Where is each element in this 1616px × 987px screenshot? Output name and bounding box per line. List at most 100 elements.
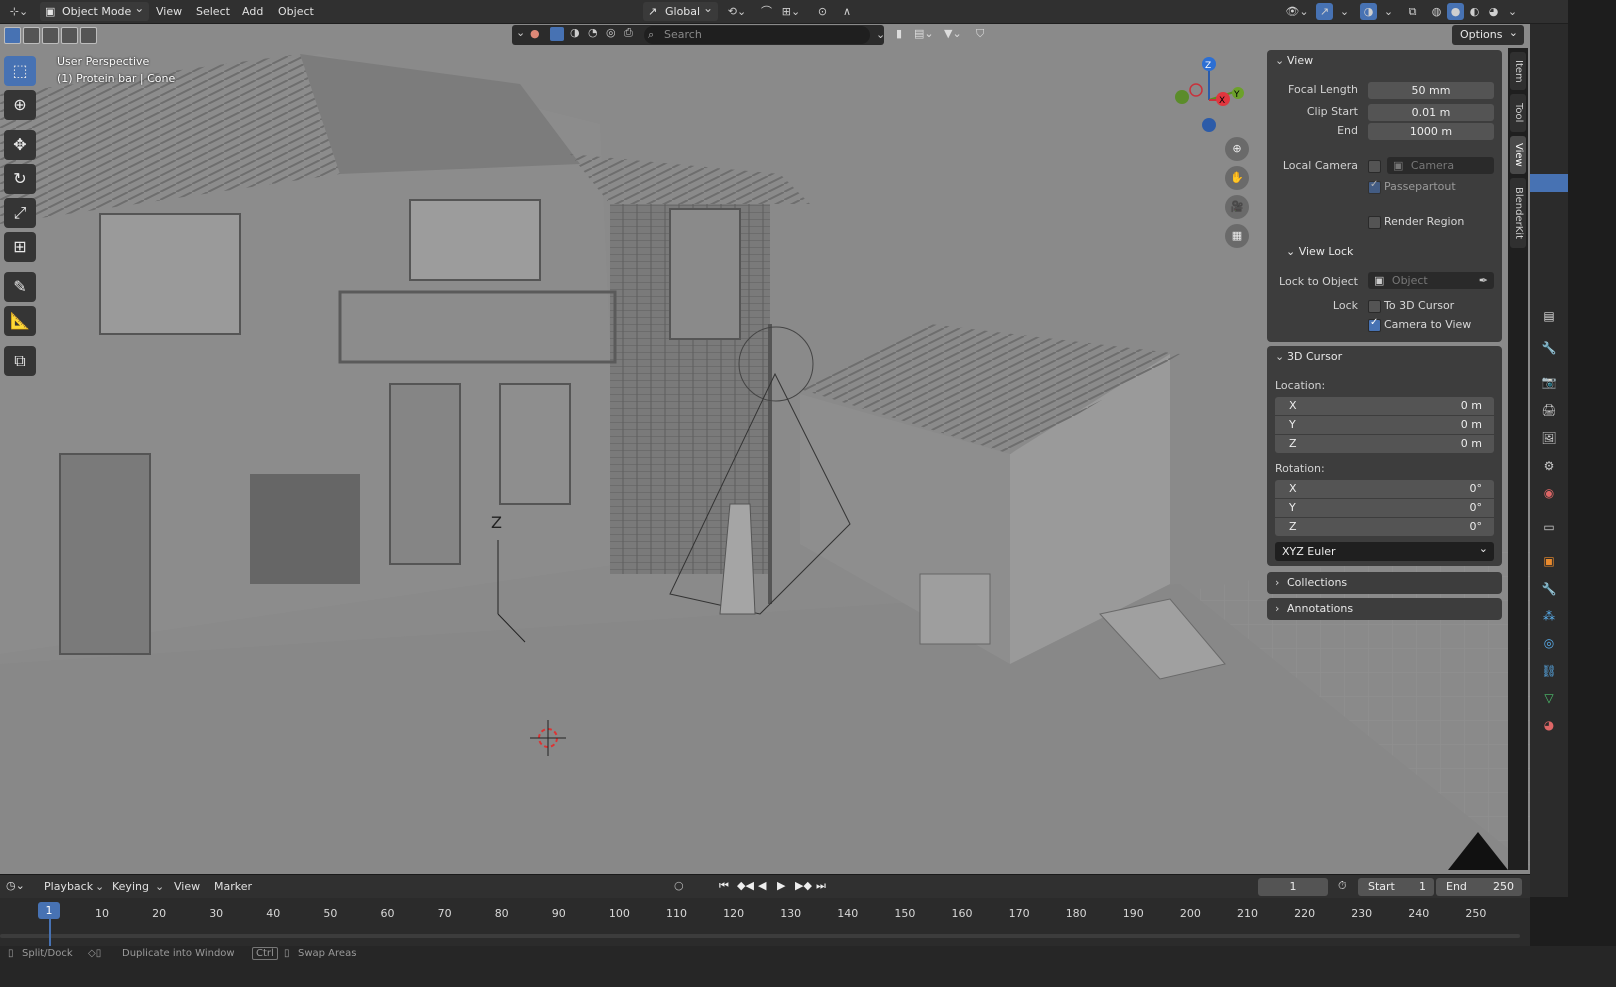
material-properties-icon[interactable]: ◕ (1540, 716, 1558, 734)
solid-mode-icon[interactable] (550, 27, 564, 41)
gizmo-dropdown-icon[interactable]: ⌄ (1336, 3, 1353, 20)
transform-orientation-dropdown[interactable]: ↗ Global (643, 0, 719, 21)
clip-end-field[interactable]: 1000 m (1368, 123, 1494, 140)
play-icon[interactable]: ▶ (777, 879, 785, 892)
render-region-checkbox[interactable] (1368, 216, 1381, 229)
shading-a-icon[interactable]: ◑ (570, 26, 580, 39)
falloff-icon[interactable]: ∧ (834, 3, 860, 20)
xray-icon[interactable]: ⧉ (1404, 3, 1421, 20)
prev-keyframe-icon[interactable]: ◆◀ (737, 879, 754, 892)
annotations-panel[interactable]: › Annotations (1267, 598, 1502, 620)
select-subtract-icon[interactable] (42, 27, 59, 44)
world-icon[interactable]: ◎ (606, 26, 616, 39)
tab-view[interactable]: View (1510, 136, 1526, 174)
timeline-menu-view[interactable]: View (170, 878, 204, 895)
search-input[interactable]: ⌕ Search (644, 26, 870, 44)
camera-view-icon[interactable]: 🎥 (1225, 195, 1249, 219)
to-3d-cursor-checkbox[interactable] (1368, 300, 1381, 313)
timeline-menu-keying[interactable]: Keying (108, 878, 153, 895)
properties-type-icon[interactable]: ▤ (1540, 307, 1558, 325)
collections-header[interactable]: › Collections (1275, 573, 1347, 593)
annotations-header[interactable]: › Annotations (1275, 599, 1353, 619)
camera-field[interactable]: ▣ Camera (1387, 157, 1494, 174)
chevron-down-icon[interactable]: ⌄ (516, 26, 525, 39)
output-properties-icon[interactable]: 🖨 (1540, 401, 1558, 419)
proportional-edit-icon[interactable]: ⊙ (814, 3, 831, 20)
select-box-tool-icon[interactable]: ⬚ (4, 56, 36, 86)
view-layer-icon[interactable]: 🖼 (1540, 429, 1558, 447)
select-intersect-icon[interactable] (80, 27, 97, 44)
timeline-area[interactable] (0, 898, 1530, 946)
particles-icon[interactable]: ⁂ (1540, 607, 1558, 625)
physics-icon[interactable]: ◎ (1540, 634, 1558, 652)
shield-icon[interactable]: ⛉ (976, 27, 984, 41)
select-new-icon[interactable] (4, 27, 21, 44)
overlays-dropdown-icon[interactable]: ⌄ (1380, 3, 1397, 20)
shading-dropdown-icon[interactable]: ⌄ (1504, 3, 1521, 20)
visibility-icon[interactable]: 👁⌄ (1284, 3, 1310, 20)
zoom-icon[interactable]: ⊕ (1225, 137, 1249, 161)
ortho-grid-icon[interactable]: ▦ (1225, 224, 1249, 248)
tab-tool[interactable]: Tool (1510, 94, 1526, 132)
camera-to-view-checkbox[interactable] (1368, 317, 1381, 332)
scene-properties-icon[interactable]: ⚙ (1540, 457, 1558, 475)
menu-select[interactable]: Select (192, 3, 234, 20)
constraints-icon[interactable]: ⛓ (1540, 662, 1558, 680)
snap-target-icon[interactable]: ⊞⌄ (778, 3, 804, 20)
options-button[interactable]: Options ⌄ (1452, 25, 1524, 45)
rotation-x-field[interactable]: X 0° (1275, 480, 1494, 498)
timeline-menu-marker[interactable]: Marker (210, 878, 256, 895)
gizmo-icon[interactable]: ↗ (1316, 3, 1333, 20)
view-panel-header[interactable]: ⌄ View (1275, 51, 1313, 71)
record-icon[interactable]: ○ (674, 879, 684, 892)
shading-b-icon[interactable]: ◔ (588, 26, 598, 39)
lock-object-field[interactable]: ▣ Object ✒ (1368, 272, 1494, 289)
next-keyframe-icon[interactable]: ▶◆ (795, 879, 812, 892)
cursor-tool-icon[interactable]: ⊕ (4, 90, 36, 120)
view-lock-header[interactable]: ⌄ View Lock (1286, 245, 1353, 258)
layout-icon[interactable]: ▤⌄ (914, 27, 934, 40)
measure-tool-icon[interactable]: 📐 (4, 306, 36, 336)
printer-icon[interactable]: ⎙ (624, 26, 633, 40)
focal-length-field[interactable]: 50 mm (1368, 82, 1494, 99)
filter-icon[interactable]: ▼⌄ (944, 27, 962, 40)
rotate-tool-icon[interactable]: ↻ (4, 164, 36, 194)
location-x-field[interactable]: X0 m (1275, 397, 1494, 415)
rotation-z-field[interactable]: Z 0° (1275, 518, 1494, 536)
timeline-scrollbar[interactable] (0, 934, 1520, 938)
overlays-icon[interactable]: ◑ (1360, 3, 1377, 20)
eyedropper-icon[interactable]: ✒ (1479, 272, 1488, 289)
tab-item[interactable]: Item (1510, 52, 1526, 90)
select-extend-icon[interactable] (23, 27, 40, 44)
jump-start-icon[interactable]: ⏮ (719, 879, 729, 893)
end-frame-field[interactable]: End 250 (1436, 878, 1522, 896)
clip-start-field[interactable]: 0.01 m (1368, 104, 1494, 121)
solid-shading-icon[interactable]: ● (1447, 3, 1464, 20)
tool-properties-icon[interactable]: 🔧 (1540, 339, 1558, 357)
local-camera-checkbox[interactable] (1368, 160, 1381, 173)
object-properties-icon[interactable]: ▣ (1540, 552, 1558, 570)
pivot-point-icon[interactable]: ⟲⌄ (724, 3, 750, 20)
menu-add[interactable]: Add (238, 3, 267, 20)
scale-tool-icon[interactable]: ⤢ (4, 198, 36, 228)
collection-properties-icon[interactable]: ▭ (1540, 518, 1558, 536)
playhead-frame-badge[interactable]: 1 (38, 902, 60, 919)
passepartout-checkbox[interactable] (1368, 179, 1381, 194)
location-y-field[interactable]: Y0 m (1275, 416, 1494, 434)
search-dropdown-icon[interactable]: ⌄ (876, 28, 885, 41)
modifier-properties-icon[interactable]: 🔧 (1540, 580, 1558, 598)
play-reverse-icon[interactable]: ◀ (758, 879, 766, 892)
location-z-field[interactable]: Z0 m (1275, 435, 1494, 453)
data-properties-icon[interactable]: ▽ (1540, 689, 1558, 707)
menu-object[interactable]: Object (274, 3, 318, 20)
annotate-tool-icon[interactable]: ✎ (4, 272, 36, 302)
color-icon[interactable]: ● (530, 27, 540, 40)
3d-cursor-panel-header[interactable]: ⌄ 3D Cursor (1275, 347, 1342, 367)
move-tool-icon[interactable]: ✥ (4, 130, 36, 160)
bookmark-icon[interactable]: ▮ (896, 27, 902, 40)
start-frame-field[interactable]: Start 1 (1358, 878, 1434, 896)
mode-dropdown[interactable]: ▣ Object Mode (40, 0, 150, 21)
add-cube-tool-icon[interactable]: ⧉ (4, 346, 36, 376)
snap-icon[interactable]: ⌒ (758, 3, 775, 20)
timeline-editor-icon[interactable]: ◷⌄ (6, 879, 25, 892)
